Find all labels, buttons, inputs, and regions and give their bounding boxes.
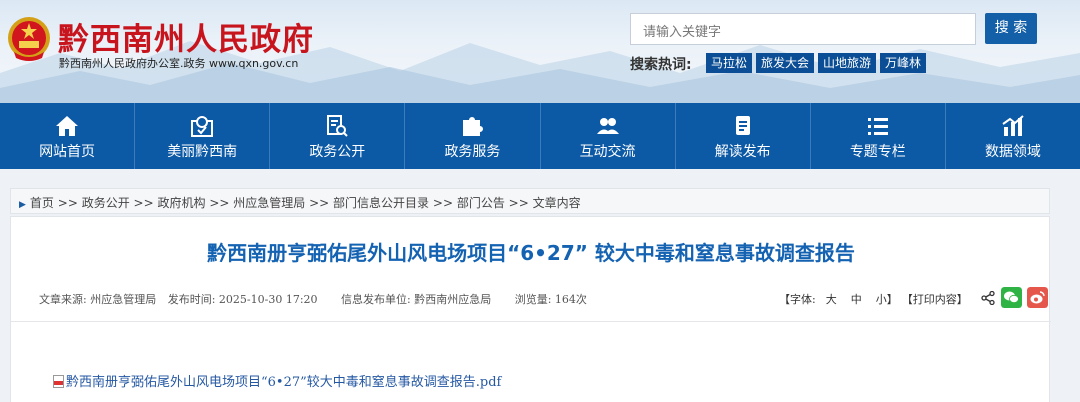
hot-words: 马拉松 旅发大会 山地旅游 万峰林 — [706, 53, 927, 73]
pdf-file-icon — [53, 375, 64, 388]
search-button[interactable]: 搜 索 — [985, 13, 1037, 44]
breadcrumb-link[interactable]: 部门信息公开目录 — [333, 196, 429, 210]
hot-word-tag[interactable]: 旅发大会 — [756, 53, 815, 73]
main-nav: 网站首页 美丽黔西南 政务公开 政务服务 互动交流 解读发布 专题专栏 数据领域 — [0, 103, 1080, 169]
breadcrumb-separator: >> — [309, 196, 334, 210]
breadcrumb-link[interactable]: 政务公开 — [82, 196, 130, 210]
file-icon — [735, 116, 750, 135]
nav-label: 政务服务 — [444, 144, 501, 160]
weibo-icon[interactable] — [1027, 287, 1048, 308]
nav-label: 专题专栏 — [849, 144, 906, 160]
breadcrumb: ▶ 首页 >> 政务公开 >> 政府机构 >> 州应急管理局 >> 部门信息公开目… — [10, 188, 1050, 214]
nav-item-interaction[interactable]: 互动交流 — [541, 103, 676, 169]
puzzle-icon — [463, 117, 484, 136]
nav-label: 解读发布 — [714, 144, 771, 160]
nav-item-home[interactable]: 网站首页 — [0, 103, 136, 169]
article-views: 浏览量: 164次 — [514, 293, 587, 306]
site-title[interactable]: 黔西南州人民政府 — [58, 14, 314, 59]
share-icon[interactable] — [981, 291, 995, 305]
breadcrumb-separator: >> — [508, 196, 533, 210]
search-input[interactable]: 请输入关键字 — [630, 13, 976, 45]
breadcrumb-separator: >> — [209, 196, 234, 210]
site-subtitle: 黔西南州人民政府办公室.政务 www.qxn.gov.cn — [59, 57, 299, 70]
breadcrumb-link[interactable]: 首页 — [30, 196, 54, 210]
nav-label: 政务公开 — [309, 144, 366, 160]
article-title: 黔西南册亨弼佑尾外山风电场项目“6•27” 较大中毒和窒息事故调查报告 — [207, 241, 855, 265]
nav-item-special-topics[interactable]: 专题专栏 — [811, 103, 946, 169]
breadcrumb-link[interactable]: 州应急管理局 — [233, 196, 305, 210]
nav-label: 美丽黔西南 — [167, 144, 238, 160]
nav-item-data-domain[interactable]: 数据领域 — [946, 103, 1080, 169]
font-size-medium-button[interactable]: 中 — [851, 291, 862, 307]
hot-word-tag[interactable]: 万峰林 — [880, 53, 927, 73]
home-icon — [56, 116, 79, 136]
article-tools: 【字体: 大 中 小】 【打印内容】 — [779, 291, 968, 307]
article-publisher: 信息发布单位: 黔西南州应急局 — [341, 293, 492, 306]
article-container: 黔西南册亨弼佑尾外山风电场项目“6•27” 较大中毒和窒息事故调查报告 文章来源… — [10, 216, 1051, 402]
document-search-icon — [327, 115, 349, 137]
breadcrumb-separator: >> — [57, 196, 82, 210]
font-size-small-button[interactable]: 小】 — [876, 291, 898, 307]
nav-item-gov-affairs[interactable]: 政务公开 — [270, 103, 406, 169]
breadcrumb-separator: >> — [432, 196, 457, 210]
breadcrumb-arrow-icon: ▶ — [19, 200, 26, 210]
wechat-icon[interactable] — [1001, 287, 1022, 308]
list-icon — [867, 118, 888, 135]
attachment-link[interactable]: 黔西南册亨弼佑尾外山风电场项目“6•27”较大中毒和窒息事故调查报告.pdf — [53, 371, 501, 390]
chart-icon — [1002, 115, 1024, 136]
article-date: 发布时间: 2025-10-30 17:20 — [167, 293, 318, 306]
hot-word-tag[interactable]: 马拉松 — [706, 53, 753, 73]
map-pin-icon — [191, 116, 214, 137]
breadcrumb-link[interactable]: 政府机构 — [157, 196, 205, 210]
national-emblem-icon — [8, 17, 50, 61]
nav-item-gov-services[interactable]: 政务服务 — [405, 103, 541, 169]
nav-label: 数据领域 — [984, 144, 1041, 160]
breadcrumb-link[interactable]: 部门公告 — [457, 196, 505, 210]
nav-item-beautiful-qxn[interactable]: 美丽黔西南 — [135, 103, 271, 169]
hot-words-label: 搜索热词: — [630, 57, 692, 73]
breadcrumb-separator: >> — [133, 196, 158, 210]
font-size-large-button[interactable]: 大 — [826, 291, 837, 307]
people-icon — [596, 118, 619, 134]
hot-word-tag[interactable]: 山地旅游 — [818, 53, 877, 73]
site-header: 黔西南州人民政府 黔西南州人民政府办公室.政务 www.qxn.gov.cn 请… — [0, 0, 1080, 103]
breadcrumb-current: 文章内容 — [532, 196, 581, 210]
article-source: 文章来源: 州应急管理局 — [39, 293, 157, 306]
nav-item-interpretation[interactable]: 解读发布 — [676, 103, 811, 169]
article-meta: 文章来源: 州应急管理局 发布时间: 2025-10-30 17:20 信息发布… — [39, 291, 595, 307]
print-button[interactable]: 【打印内容】 — [902, 291, 968, 307]
nav-label: 互动交流 — [579, 144, 636, 160]
nav-label: 网站首页 — [39, 144, 96, 160]
font-size-label: 【字体: — [779, 293, 816, 306]
attachment-filename: 黔西南册亨弼佑尾外山风电场项目“6•27”较大中毒和窒息事故调查报告.pdf — [66, 375, 502, 390]
divider — [11, 321, 1051, 322]
